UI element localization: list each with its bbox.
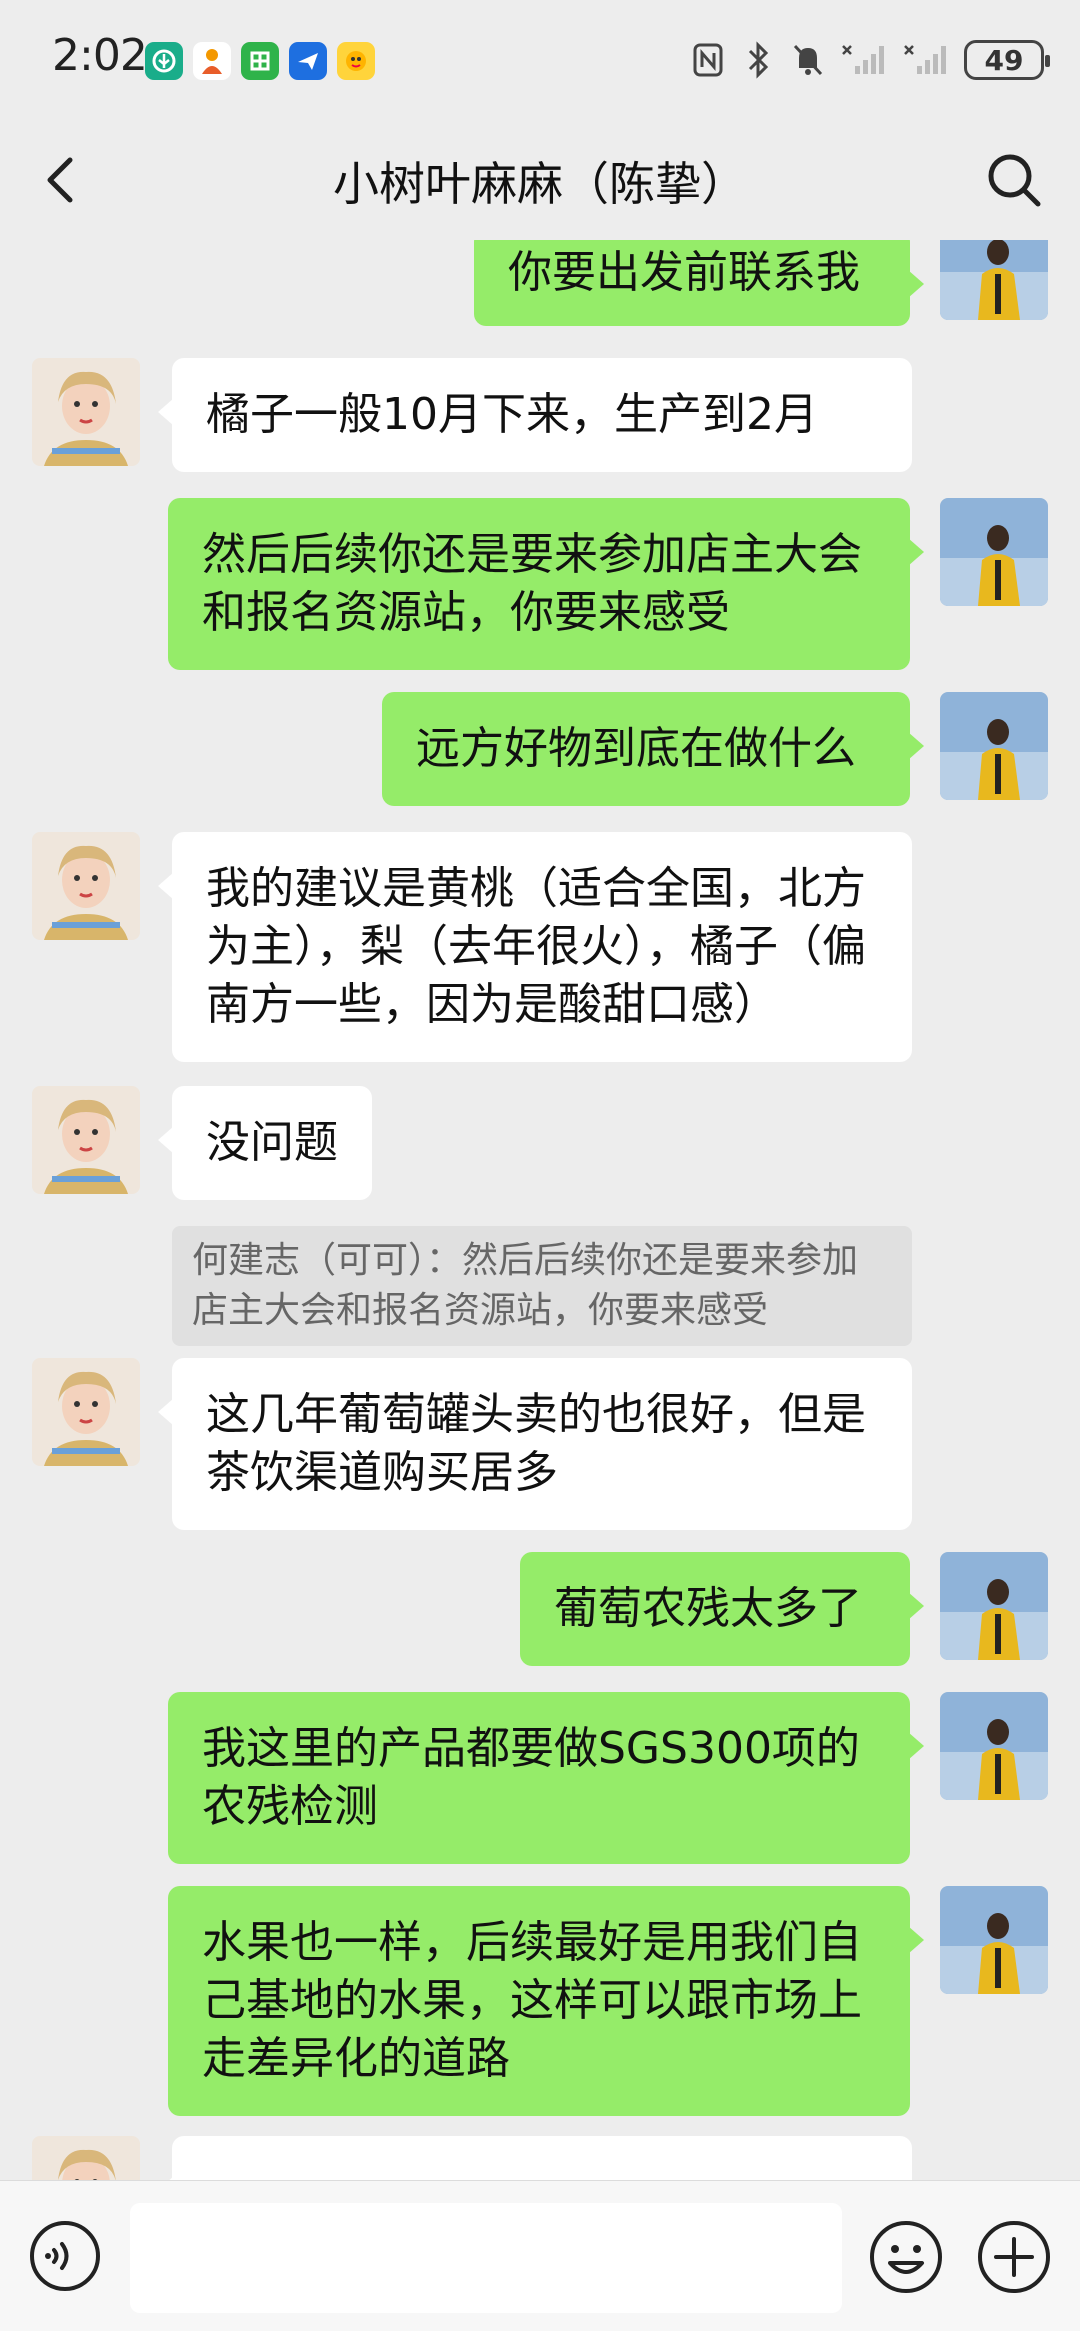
message-bubble-sent[interactable]: 你要出发前联系我 (474, 240, 924, 326)
message-bubble-received[interactable]: 这几年葡萄罐头卖的也很好，但是茶饮渠道购买居多 (158, 1358, 912, 1530)
message-bubble-sent[interactable]: 远方好物到底在做什么 (382, 692, 924, 806)
chevron-left-icon (47, 157, 73, 203)
avatar-self[interactable] (940, 692, 1048, 800)
message-bubble-received[interactable]: 橘子一般10月下来，生产到2月 (158, 358, 912, 472)
avatar-self[interactable] (940, 1552, 1048, 1660)
search-icon (988, 154, 1041, 207)
input-bar (0, 2180, 1080, 2331)
status-bar: 2:02 49 (0, 0, 1080, 120)
message-bubble-sent[interactable]: 水果也一样，后续最好是用我们自己基地的水果，这样可以跟市场上走差异化的道路 (168, 1886, 924, 2116)
avatar-contact[interactable] (32, 358, 140, 466)
plus-icon (978, 2221, 1050, 2293)
avatar-self[interactable] (940, 1692, 1048, 1800)
chat-header: 小树叶麻麻（陈挚） (0, 120, 1080, 240)
avatar-self[interactable] (940, 1886, 1048, 1994)
app-icon-grid (241, 42, 279, 80)
app-icon-plane (289, 42, 327, 80)
voice-input-button[interactable] (28, 2219, 102, 2293)
chat-title: 小树叶麻麻（陈挚） (333, 157, 747, 211)
message-bubble-sent[interactable]: 葡萄农残太多了 (520, 1552, 924, 1666)
system-status: 49 (690, 40, 1050, 80)
notification-icons (145, 42, 375, 80)
back-button[interactable] (34, 146, 94, 214)
app-icon-person (193, 42, 231, 80)
quoted-reply[interactable]: 何建志（可可）：然后后续你还是要来参加店主大会和报名资源站，你要来感受 (172, 1226, 912, 1346)
app-icon-duck (337, 42, 375, 80)
search-button[interactable] (982, 148, 1046, 212)
signal-icon-1 (840, 40, 888, 80)
avatar-self[interactable] (940, 240, 1048, 320)
avatar-self[interactable] (940, 498, 1048, 606)
status-time: 2:02 (52, 30, 148, 81)
avatar-contact[interactable] (32, 1086, 140, 1194)
message-bubble-sent[interactable]: 我这里的产品都要做SGS300项的农残检测 (168, 1692, 924, 1864)
signal-icon-2 (902, 40, 950, 80)
mute-icon (790, 40, 826, 80)
avatar-contact[interactable] (32, 2136, 140, 2180)
app-icon-leaf (145, 42, 183, 80)
avatar-contact[interactable] (32, 1358, 140, 1466)
emoji-icon (870, 2221, 942, 2293)
message-bubble-sent[interactable]: 然后后续你还是要来参加店主大会和报名资源站，你要来感受 (168, 498, 924, 670)
bluetooth-icon (740, 40, 776, 80)
more-options-button[interactable] (976, 2219, 1052, 2295)
message-bubble-received[interactable]: 没问题 (158, 1086, 372, 1200)
message-list[interactable]: 你要出发前联系我 橘子一般10月下来，生产到2月 然后后续你还是要来参加店主大会… (0, 240, 1080, 2180)
avatar-contact[interactable] (32, 832, 140, 940)
voice-icon (30, 2221, 100, 2291)
nfc-icon (690, 40, 726, 80)
battery-indicator: 49 (964, 40, 1050, 80)
message-bubble-received[interactable] (158, 2136, 912, 2180)
message-input[interactable] (130, 2203, 842, 2313)
emoji-button[interactable] (868, 2219, 944, 2295)
message-bubble-received[interactable]: 我的建议是黄桃（适合全国，北方为主），梨（去年很火），橘子（偏南方一些，因为是酸… (158, 832, 912, 1062)
